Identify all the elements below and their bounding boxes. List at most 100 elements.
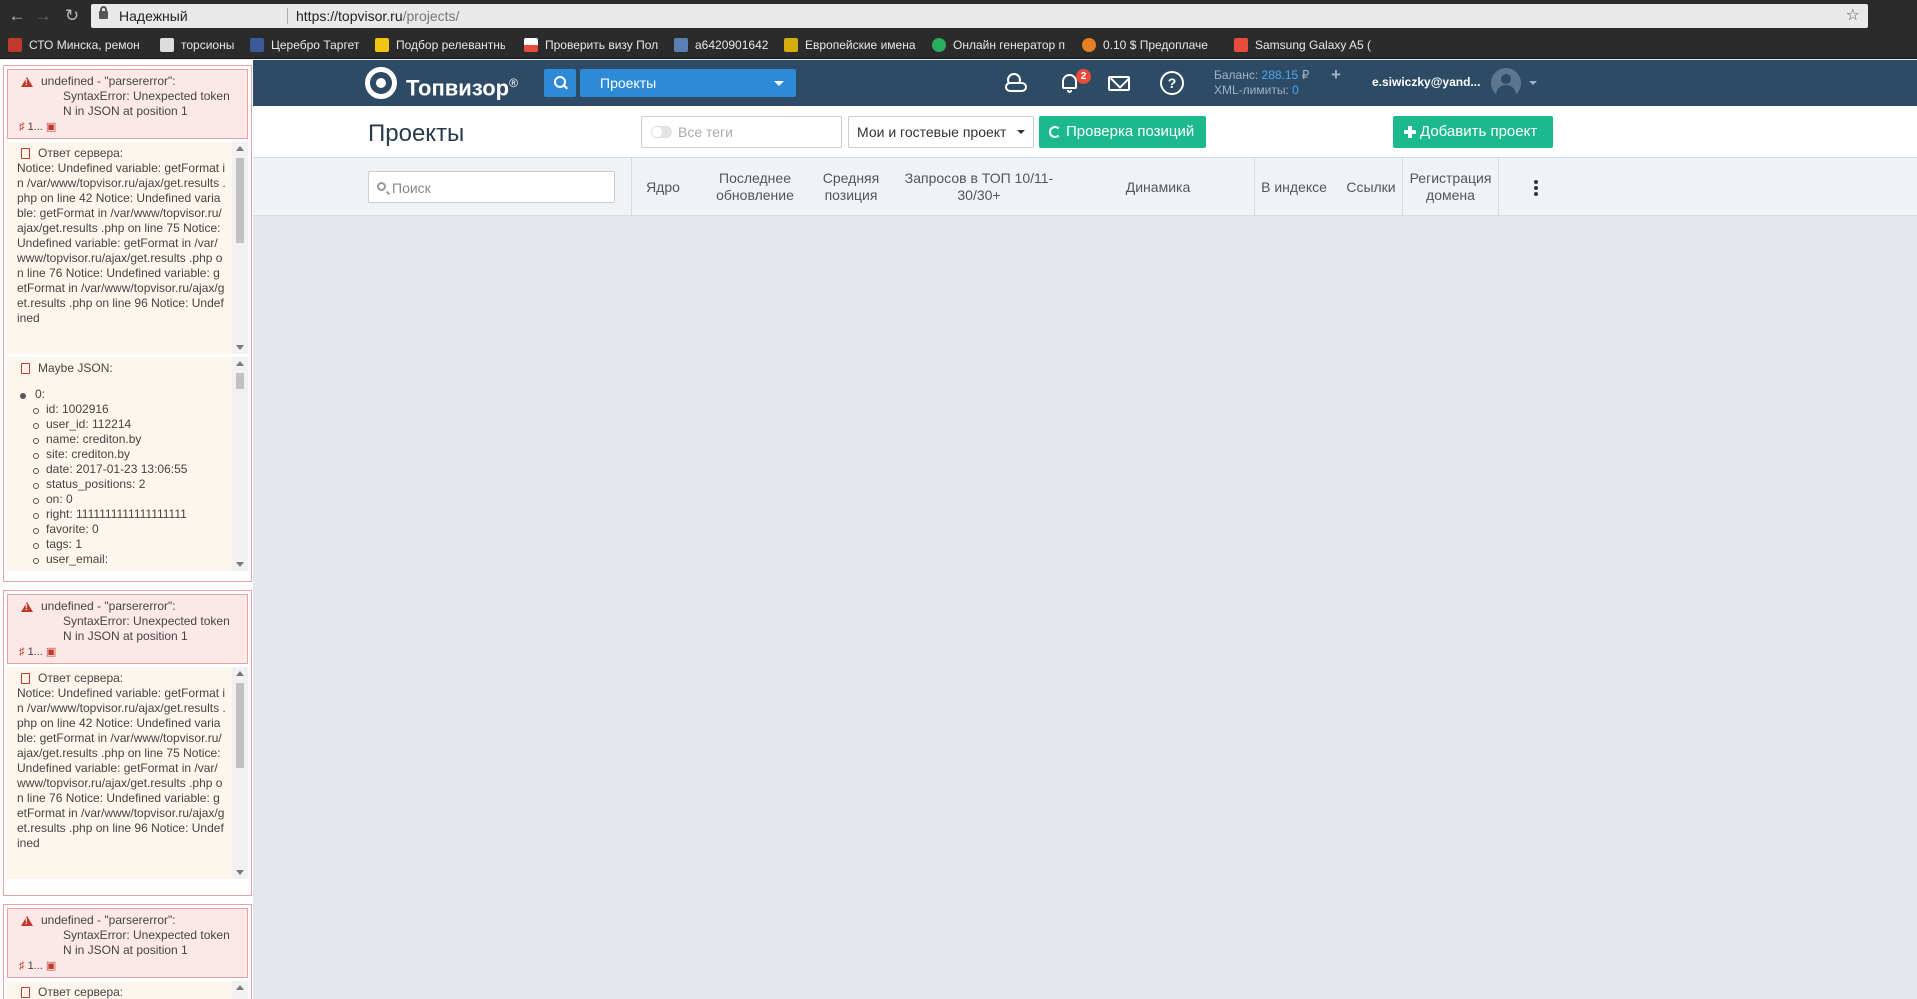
server-response-box[interactable]: Ответ сервера: bbox=[7, 981, 248, 999]
bookmark-item[interactable]: СТО Минска, ремон bbox=[8, 36, 152, 55]
warning-icon bbox=[21, 77, 33, 87]
mail-icon[interactable] bbox=[1106, 70, 1132, 96]
bookmark-item[interactable]: Samsung Galaxy A5 ( bbox=[1234, 36, 1380, 55]
server-response-box[interactable]: Ответ сервера: Notice: Undefined variabl… bbox=[7, 667, 248, 879]
scroll-thumb[interactable] bbox=[236, 683, 244, 768]
balance-info[interactable]: Баланс: 288.15 ₽ XML-лимиты: 0 + bbox=[1214, 66, 1341, 98]
maybe-json-box[interactable]: Maybe JSON: 0: id: 1002916 user_id: 1122… bbox=[7, 357, 248, 571]
secure-label: Надежный bbox=[119, 8, 188, 24]
help-ring: ? bbox=[1160, 71, 1184, 95]
bookmark-label: Церебро Таргет bbox=[271, 38, 360, 52]
tags-toggle-icon[interactable] bbox=[651, 126, 672, 138]
column-header-indexed[interactable]: В индексе bbox=[1255, 158, 1333, 216]
avatar[interactable] bbox=[1491, 68, 1521, 98]
flag-favicon-icon bbox=[524, 38, 538, 52]
json-field: date: 2017-01-23 13:06:55 bbox=[17, 462, 226, 477]
address-bar[interactable]: Надежный https://topvisor.ru/projects/ ☆ bbox=[91, 4, 1868, 28]
weather-icon[interactable] bbox=[1003, 70, 1029, 96]
scrollbar[interactable] bbox=[232, 981, 248, 999]
scroll-thumb[interactable] bbox=[236, 158, 244, 243]
scrollbar[interactable] bbox=[232, 667, 248, 879]
bookmark-item[interactable]: Церебро Таргет bbox=[250, 36, 364, 55]
search-favicon-icon bbox=[674, 38, 688, 52]
error-footer: ♯ 1... ▣ bbox=[19, 121, 57, 133]
column-header-domain-registration[interactable]: Регистрация домена bbox=[1403, 158, 1498, 216]
column-header-top-queries[interactable]: Запросов в ТОП 10/11-30/30+ bbox=[896, 158, 1062, 216]
add-project-button[interactable]: Добавить проект bbox=[1393, 116, 1553, 148]
add-balance-icon[interactable]: + bbox=[1331, 66, 1341, 83]
bookmark-item[interactable]: торсионы bbox=[160, 36, 242, 55]
scrollbar[interactable] bbox=[232, 142, 248, 354]
balance-value: 288.15 bbox=[1261, 68, 1299, 82]
owner-filter-value: Мои и гостевые проект bbox=[857, 124, 1007, 140]
owner-filter-select[interactable]: Мои и гостевые проект bbox=[848, 116, 1034, 148]
server-response-label: Ответ сервера: bbox=[38, 146, 124, 160]
chevron-down-icon bbox=[1017, 130, 1025, 134]
scroll-down-icon[interactable] bbox=[236, 345, 244, 350]
bookmark-label: Samsung Galaxy A5 ( bbox=[1255, 38, 1372, 52]
column-header-last-update[interactable]: Последнее обновление bbox=[703, 158, 807, 216]
server-response-label: Ответ сервера: bbox=[38, 671, 124, 685]
scroll-up-icon[interactable] bbox=[236, 146, 244, 151]
address-separator bbox=[287, 8, 288, 24]
bookmark-star-icon[interactable]: ☆ bbox=[1846, 4, 1860, 28]
user-menu-chevron-icon[interactable] bbox=[1529, 81, 1537, 85]
error-footer-text: 1... bbox=[27, 646, 43, 658]
scroll-down-icon[interactable] bbox=[236, 562, 244, 567]
bookmark-label: Проверить визу Пол bbox=[545, 38, 659, 52]
check-positions-button[interactable]: Проверка позиций bbox=[1039, 116, 1206, 148]
scroll-up-icon[interactable] bbox=[236, 671, 244, 676]
column-header-avg-position[interactable]: Средняя позиция bbox=[806, 158, 896, 216]
back-arrow-icon[interactable]: ← bbox=[6, 5, 28, 27]
registered-mark: ® bbox=[509, 76, 518, 90]
a-favicon-icon bbox=[375, 38, 389, 52]
app-header: Топвизор® Проекты 2 ? Баланс: 288.15 ₽ X… bbox=[253, 60, 1917, 106]
warning-icon bbox=[21, 602, 33, 612]
scroll-down-icon[interactable] bbox=[236, 870, 244, 875]
notification-badge[interactable]: 2 bbox=[1076, 69, 1091, 84]
bookmark-item[interactable]: Подбор релевантны bbox=[375, 36, 505, 55]
debug-panel: undefined - "parsererror": SyntaxError: … bbox=[0, 60, 253, 999]
column-header-dynamics[interactable]: Динамика bbox=[1062, 158, 1254, 216]
server-response-header: Ответ сервера: bbox=[17, 985, 226, 999]
dot bbox=[1534, 192, 1538, 196]
user-email[interactable]: e.siwiczky@yand... bbox=[1372, 75, 1480, 89]
column-header-links[interactable]: Ссылки bbox=[1341, 158, 1401, 216]
tags-filter[interactable]: Все теги bbox=[641, 116, 842, 148]
page-toolbar: Проекты Все теги Мои и гостевые проект П… bbox=[253, 106, 1917, 158]
server-response-text: Notice: Undefined variable: getFormat in… bbox=[17, 161, 226, 325]
search-button[interactable] bbox=[544, 69, 576, 97]
scroll-up-icon[interactable] bbox=[236, 361, 244, 366]
server-response-label: Ответ сервера: bbox=[38, 985, 124, 999]
bookmark-label: 0.10 $ Предоплаче bbox=[1103, 38, 1208, 52]
bookmark-item[interactable]: Проверить визу Пол bbox=[524, 36, 662, 55]
project-select[interactable]: Проекты bbox=[580, 69, 796, 97]
reload-icon[interactable]: ↻ bbox=[61, 5, 83, 27]
document-icon bbox=[21, 673, 30, 684]
search-input[interactable]: Поиск bbox=[368, 171, 615, 203]
document-icon bbox=[21, 987, 30, 998]
page-title: Проекты bbox=[368, 120, 465, 147]
bookmark-item[interactable]: 0.10 $ Предоплаче bbox=[1082, 36, 1220, 55]
scroll-thumb[interactable] bbox=[236, 373, 244, 389]
topvisor-logo-icon bbox=[365, 67, 397, 99]
scroll-up-icon[interactable] bbox=[236, 985, 244, 990]
car-favicon-icon bbox=[8, 38, 22, 52]
bookmark-item[interactable]: Онлайн генератор п bbox=[932, 36, 1068, 55]
bell-clapper bbox=[1067, 90, 1072, 93]
column-header-core[interactable]: Ядро bbox=[633, 158, 693, 216]
json-field: name: crediton.by bbox=[17, 432, 226, 447]
error-footer: ♯ 1... ▣ bbox=[19, 960, 57, 972]
scrollbar[interactable] bbox=[232, 357, 248, 571]
xml-limits-value: 0 bbox=[1292, 83, 1299, 97]
browser-toolbar: ← → ↻ Надежный https://topvisor.ru/proje… bbox=[0, 0, 1917, 32]
help-icon[interactable]: ? bbox=[1159, 70, 1185, 96]
bookmark-item[interactable]: Европейские имена bbox=[784, 36, 916, 55]
bookmark-item[interactable]: a6420901642 bbox=[674, 36, 774, 55]
cloud-shape bbox=[1005, 82, 1027, 92]
forward-arrow-icon[interactable]: → bbox=[32, 5, 54, 27]
server-response-box[interactable]: Ответ сервера: Notice: Undefined variabl… bbox=[7, 142, 248, 354]
server-response-header: Ответ сервера: bbox=[17, 146, 226, 161]
more-options-icon[interactable] bbox=[1534, 180, 1538, 196]
refresh-icon bbox=[1049, 126, 1061, 138]
